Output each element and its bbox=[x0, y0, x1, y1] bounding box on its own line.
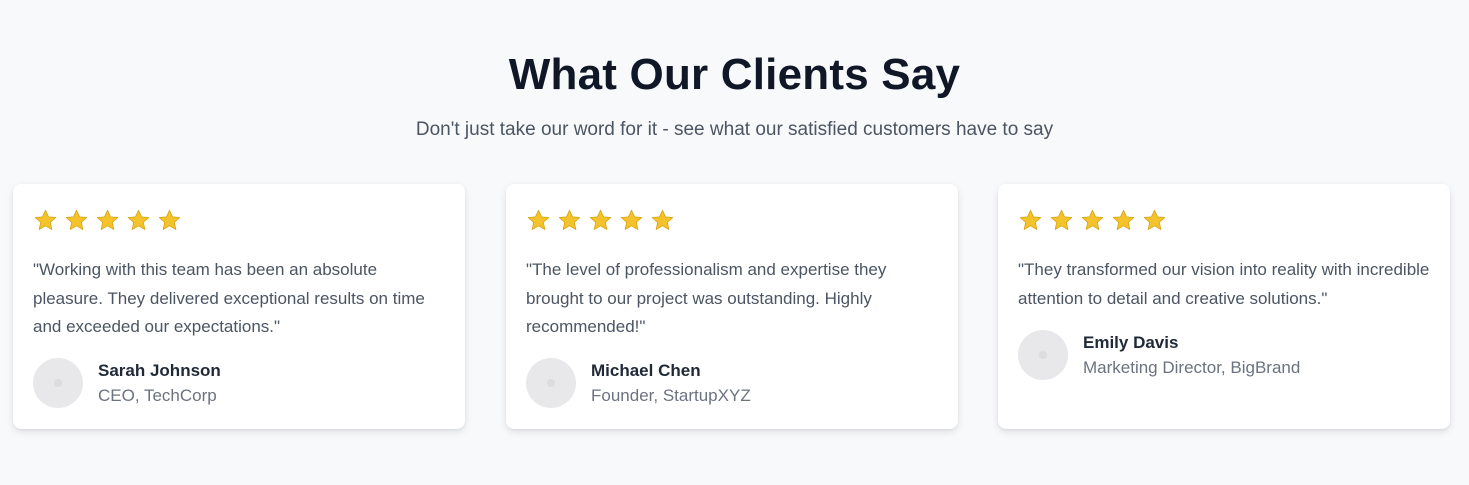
author-role: Marketing Director, BigBrand bbox=[1083, 357, 1301, 377]
star-rating bbox=[33, 208, 182, 233]
testimonial-author: Emily Davis Marketing Director, BigBrand bbox=[1018, 330, 1300, 380]
testimonials-section: What Our Clients Say Don't just take our… bbox=[0, 0, 1469, 485]
testimonial-author: Sarah Johnson CEO, TechCorp bbox=[33, 358, 221, 408]
testimonial-author: Michael Chen Founder, StartupXYZ bbox=[526, 358, 751, 408]
author-name: Michael Chen bbox=[591, 360, 701, 380]
testimonial-quote: "They transformed our vision into realit… bbox=[1018, 260, 1430, 308]
section-subtitle: Don't just take our word for it - see wh… bbox=[415, 119, 1054, 140]
testimonial-card: "Working with this team has been an abso… bbox=[13, 184, 465, 429]
star-rating bbox=[526, 208, 675, 233]
avatar bbox=[1018, 330, 1068, 380]
star-icon bbox=[96, 209, 119, 230]
avatar bbox=[526, 358, 576, 408]
star-icon bbox=[651, 209, 674, 230]
avatar bbox=[33, 358, 83, 408]
testimonial-card: "The level of professionalism and expert… bbox=[506, 184, 958, 429]
star-icon bbox=[620, 209, 643, 230]
star-icon bbox=[1050, 209, 1073, 230]
testimonial-card: "They transformed our vision into realit… bbox=[998, 184, 1450, 429]
star-icon bbox=[158, 209, 181, 230]
testimonial-quote: "The level of professionalism and expert… bbox=[526, 260, 887, 336]
author-role: CEO, TechCorp bbox=[98, 385, 217, 405]
star-icon bbox=[527, 209, 550, 230]
star-icon bbox=[589, 209, 612, 230]
star-icon bbox=[558, 209, 581, 230]
star-icon bbox=[34, 209, 57, 230]
star-rating bbox=[1018, 208, 1167, 233]
author-name: Emily Davis bbox=[1083, 332, 1179, 352]
star-icon bbox=[1143, 209, 1166, 230]
star-icon bbox=[1081, 209, 1104, 230]
author-role: Founder, StartupXYZ bbox=[591, 385, 751, 405]
star-icon bbox=[1112, 209, 1135, 230]
author-name: Sarah Johnson bbox=[98, 360, 221, 380]
testimonial-quote: "Working with this team has been an abso… bbox=[33, 260, 425, 336]
star-icon bbox=[127, 209, 150, 230]
section-title: What Our Clients Say bbox=[508, 50, 961, 99]
star-icon bbox=[65, 209, 88, 230]
star-icon bbox=[1019, 209, 1042, 230]
